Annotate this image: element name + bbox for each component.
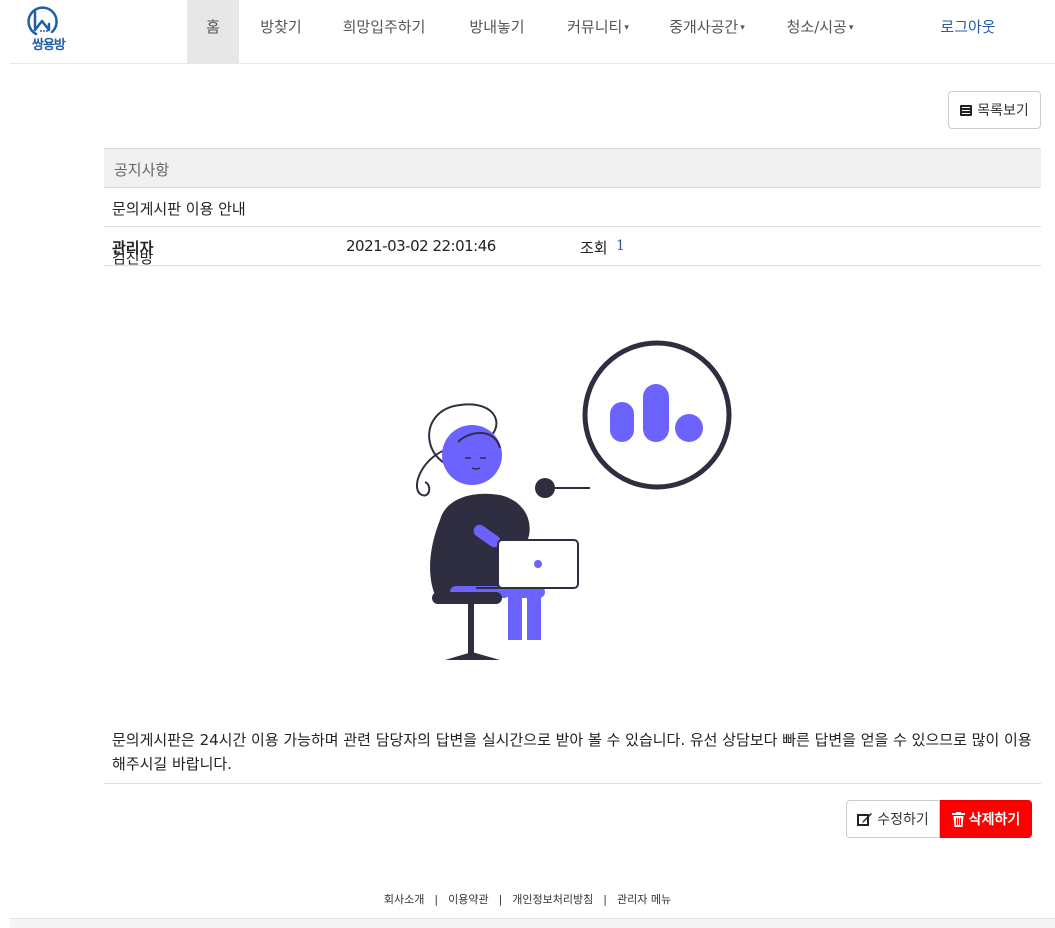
edit-label: 수정하기 bbox=[877, 812, 929, 828]
nav-wish-move-label: 희망입주하기 bbox=[342, 18, 426, 36]
nav-home-label: 홈 bbox=[206, 18, 220, 36]
nav-cleaning-label: 청소/시공 bbox=[786, 18, 847, 36]
footer-link-about[interactable]: 회사소개 bbox=[384, 893, 424, 906]
post-date: 2021-03-02 22:01:46 bbox=[346, 237, 496, 255]
footer-link-privacy[interactable]: 개인정보처리방침 bbox=[512, 893, 593, 906]
post-title-row: 문의게시판 이용 안내 bbox=[104, 188, 1041, 227]
list-view-button[interactable]: 목록보기 bbox=[948, 91, 1041, 129]
person-with-laptop-illustration bbox=[416, 340, 732, 660]
trash-icon bbox=[951, 811, 965, 827]
edit-button[interactable]: 수정하기 bbox=[846, 800, 940, 838]
nav-list-room-label: 방내놓기 bbox=[469, 18, 525, 36]
chart-bubble bbox=[582, 340, 732, 490]
views-label: 조회 bbox=[580, 239, 608, 257]
nav-logout[interactable]: 로그아웃 bbox=[926, 0, 1010, 63]
author-name: 김진방 bbox=[112, 249, 154, 267]
footer-separator: | bbox=[498, 893, 503, 906]
nav-community[interactable]: 커뮤니티 ▾ bbox=[556, 0, 640, 63]
nav-wish-move[interactable]: 희망입주하기 bbox=[332, 0, 436, 63]
chevron-down-icon: ▾ bbox=[848, 23, 854, 33]
post-meta-row: 김진방 관리자 2021-03-02 22:01:46 조회 1 bbox=[104, 227, 1041, 267]
footer-separator: | bbox=[434, 893, 439, 906]
footer-separator: | bbox=[603, 893, 607, 906]
footer-links: 회사소개 | 이용약관 | 개인정보처리방침 | 관리자 메뉴 bbox=[0, 891, 1055, 907]
top-navbar: 쌍용방 홈 방찾기 희망입주하기 방내놓기 커뮤니티 ▾ 중개사공간 ▾ 청소/시공… bbox=[10, 0, 1055, 64]
footer-bar bbox=[10, 918, 1055, 928]
nav-find-room[interactable]: 방찾기 bbox=[248, 0, 314, 63]
edit-icon bbox=[857, 813, 873, 826]
list-icon bbox=[960, 104, 973, 116]
nav-logout-label: 로그아웃 bbox=[940, 18, 996, 36]
views-count: 1 bbox=[616, 238, 625, 254]
nav-find-room-label: 방찾기 bbox=[260, 18, 302, 36]
brand-name: 쌍용방 bbox=[32, 38, 66, 53]
nav-broker-space-label: 중개사공간 bbox=[669, 18, 739, 36]
post-body: 문의게시판은 24시간 이용 가능하며 관련 담당자의 답변을 실시간으로 받아… bbox=[112, 731, 1032, 773]
nav-home[interactable]: 홈 bbox=[187, 0, 239, 63]
nav-list-room[interactable]: 방내놓기 bbox=[454, 0, 540, 63]
brand-logo[interactable]: 쌍용방 bbox=[22, 4, 92, 56]
post-category: 공지사항 bbox=[114, 161, 170, 179]
delete-button[interactable]: 삭제하기 bbox=[940, 800, 1032, 838]
nav-broker-space[interactable]: 중개사공간 ▾ bbox=[658, 0, 756, 63]
house-logo-icon bbox=[27, 6, 58, 36]
post-category-row: 공지사항 bbox=[104, 148, 1041, 188]
nav-cleaning[interactable]: 청소/시공 ▾ bbox=[774, 0, 866, 63]
chevron-down-icon: ▾ bbox=[624, 23, 629, 33]
footer-link-terms[interactable]: 이용약관 bbox=[448, 893, 488, 906]
post-title: 문의게시판 이용 안내 bbox=[112, 200, 246, 218]
list-view-label: 목록보기 bbox=[977, 103, 1029, 119]
nav-community-label: 커뮤니티 bbox=[567, 18, 623, 36]
divider bbox=[104, 783, 1041, 784]
chevron-down-icon: ▾ bbox=[740, 23, 745, 33]
delete-label: 삭제하기 bbox=[968, 812, 1021, 828]
footer-link-admin[interactable]: 관리자 메뉴 bbox=[617, 893, 671, 906]
post-author: 김진방 관리자 bbox=[112, 237, 153, 267]
